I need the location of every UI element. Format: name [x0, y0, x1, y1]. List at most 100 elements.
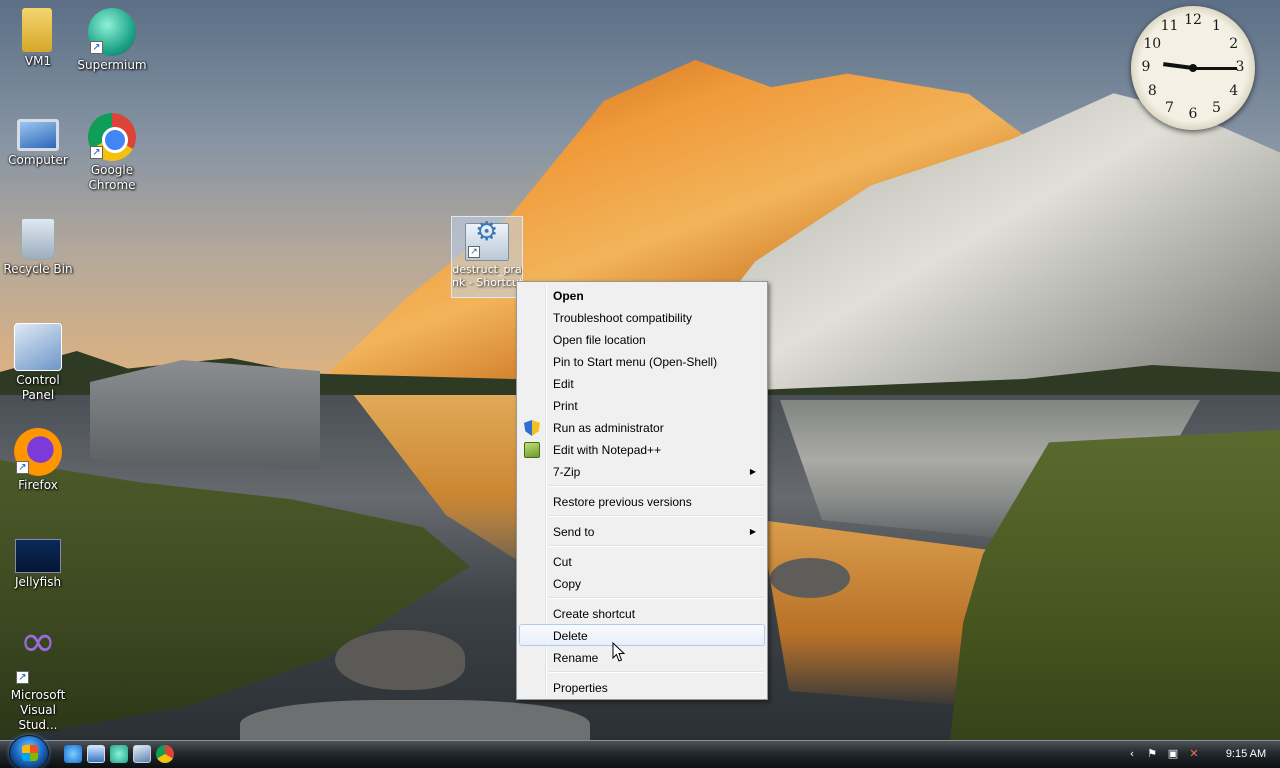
- desktop-icon-label: Google Chrome: [88, 163, 136, 192]
- firefox-icon: ↗: [14, 428, 62, 476]
- clock-numeral: 5: [1212, 99, 1221, 116]
- menu-separator: [549, 482, 765, 490]
- menu-item-label: 7-Zip: [553, 465, 581, 479]
- clock-numeral: 6: [1188, 106, 1198, 122]
- desktop-icon-destruct-prank-shortcut[interactable]: ↗ destruct_pra nk - Shortcut: [451, 216, 523, 298]
- wallpaper-stone: [240, 700, 590, 740]
- image-file-icon: [15, 539, 61, 573]
- taskbar: [0, 740, 1280, 768]
- menu-item-label: Create shortcut: [553, 607, 636, 621]
- menu-item-label: Print: [553, 399, 578, 413]
- clock-numeral: 7: [1165, 99, 1174, 116]
- menu-item-open[interactable]: Open: [519, 284, 765, 306]
- control-panel-icon: [14, 323, 62, 371]
- menu-item-edit[interactable]: Edit: [519, 372, 765, 394]
- menu-item-label: Open file location: [553, 333, 646, 347]
- menu-item-edit-with-notepad[interactable]: Edit with Notepad++: [519, 438, 765, 460]
- notepad-plus-plus-icon: [524, 442, 540, 458]
- desktop-icon-computer[interactable]: Computer: [0, 113, 76, 168]
- desktop-icon-label: Microsoft Visual Stud...: [10, 688, 66, 732]
- visual-studio-icon: ↗: [14, 634, 62, 686]
- desktop-icon-label: Jellyfish: [14, 575, 62, 589]
- clock-gadget[interactable]: 12 1 2 3 4 5 6 7 8 9 10 11: [1131, 6, 1255, 130]
- desktop-icon-visual-studio[interactable]: ↗ Microsoft Visual Stud...: [0, 634, 76, 733]
- menu-item-troubleshoot-compatibility[interactable]: Troubleshoot compatibility: [519, 306, 765, 328]
- desktop-icon-label: destruct_pra: [452, 263, 522, 276]
- menu-item-send-to[interactable]: Send to ▶: [519, 520, 765, 542]
- menu-item-label: Send to: [553, 525, 595, 539]
- menu-separator: [549, 594, 765, 602]
- computer-icon: [17, 119, 59, 151]
- desktop-icon-vm1[interactable]: VM1: [0, 8, 76, 69]
- shield-icon: [524, 420, 540, 436]
- menu-item-rename[interactable]: Rename: [519, 646, 765, 668]
- menu-item-print[interactable]: Print: [519, 394, 765, 416]
- menu-item-7-zip[interactable]: 7-Zip ▶: [519, 460, 765, 482]
- mouse-cursor-icon: [612, 642, 626, 662]
- menu-separator: [549, 668, 765, 676]
- desktop-icon-label: Control Panel: [16, 373, 60, 402]
- clock-numeral: 2: [1229, 35, 1239, 52]
- menu-item-run-as-administrator[interactable]: Run as administrator: [519, 416, 765, 438]
- menu-item-label: Run as administrator: [553, 421, 664, 435]
- menu-item-label: Troubleshoot compatibility: [553, 311, 692, 325]
- menu-item-label: Delete: [553, 629, 588, 643]
- clock-center: [1189, 64, 1197, 72]
- menu-separator: [549, 542, 765, 550]
- desktop-icon-label: Computer: [8, 153, 68, 167]
- desktop-icon-label: Firefox: [18, 478, 58, 492]
- clock-numeral: 8: [1147, 82, 1157, 99]
- menu-item-delete[interactable]: Delete: [519, 624, 765, 646]
- desktop-icon-control-panel[interactable]: Control Panel: [0, 323, 76, 403]
- desktop-icon-firefox[interactable]: ↗ Firefox: [0, 428, 76, 493]
- show-hidden-icons-chevron[interactable]: ‹: [1125, 747, 1139, 761]
- desktop-icon-supermium[interactable]: ↗ Supermium: [74, 8, 150, 73]
- menu-item-cut[interactable]: Cut: [519, 550, 765, 572]
- shortcut-arrow-icon: ↗: [90, 146, 103, 159]
- menu-separator: [549, 512, 765, 520]
- desktop-icon-jellyfish[interactable]: Jellyfish: [0, 533, 76, 590]
- desktop-icon-google-chrome[interactable]: ↗ Google Chrome: [74, 113, 150, 193]
- desktop-icon-recycle-bin[interactable]: Recycle Bin: [0, 218, 76, 277]
- recycle-bin-icon: [21, 218, 55, 260]
- desktop-icon-label: VM1: [24, 54, 52, 68]
- clock-numeral: 11: [1160, 18, 1179, 35]
- menu-item-properties[interactable]: Properties: [519, 676, 765, 698]
- taskbar-clock[interactable]: 9:15 AM: [1218, 740, 1274, 768]
- shortcut-arrow-icon: ↗: [468, 246, 480, 258]
- menu-item-copy[interactable]: Copy: [519, 572, 765, 594]
- menu-item-label: Copy: [553, 577, 582, 591]
- chrome-icon[interactable]: [156, 745, 174, 763]
- switch-windows-icon[interactable]: [133, 745, 151, 763]
- shortcut-file-icon: ↗: [465, 223, 509, 261]
- clock-numeral: 3: [1235, 59, 1245, 75]
- desktop-icon-label: Recycle Bin: [3, 262, 73, 276]
- volume-muted-icon[interactable]: ✕: [1187, 747, 1201, 761]
- show-desktop-icon[interactable]: [87, 745, 105, 763]
- menu-item-create-shortcut[interactable]: Create shortcut: [519, 602, 765, 624]
- wallpaper-stone: [770, 558, 850, 598]
- wallpaper-stone: [335, 630, 465, 690]
- submenu-arrow-icon: ▶: [749, 467, 756, 476]
- supermium-icon[interactable]: [110, 745, 128, 763]
- clock-numeral: 4: [1229, 82, 1239, 99]
- menu-item-label: Edit: [553, 377, 574, 391]
- shortcut-arrow-icon: ↗: [16, 671, 29, 684]
- menu-item-label: Restore previous versions: [553, 495, 692, 509]
- shortcut-arrow-icon: ↗: [90, 41, 103, 54]
- internet-explorer-icon[interactable]: [64, 745, 82, 763]
- network-icon[interactable]: ▣: [1166, 747, 1180, 761]
- menu-item-open-file-location[interactable]: Open file location: [519, 328, 765, 350]
- desktop-icon-label: Supermium: [77, 58, 147, 72]
- submenu-arrow-icon: ▶: [749, 527, 756, 536]
- menu-item-label: Open: [553, 289, 584, 303]
- supermium-icon: ↗: [88, 8, 136, 56]
- start-button[interactable]: [9, 735, 49, 768]
- menu-item-label: Edit with Notepad++: [553, 443, 662, 457]
- action-center-flag-icon[interactable]: ⚑: [1145, 747, 1159, 761]
- clock-numeral: 12: [1184, 12, 1202, 28]
- clock-numeral: 1: [1212, 18, 1221, 35]
- menu-item-label: Pin to Start menu (Open-Shell): [553, 355, 718, 369]
- menu-item-restore-previous-versions[interactable]: Restore previous versions: [519, 490, 765, 512]
- menu-item-pin-to-start-menu-open-shell[interactable]: Pin to Start menu (Open-Shell): [519, 350, 765, 372]
